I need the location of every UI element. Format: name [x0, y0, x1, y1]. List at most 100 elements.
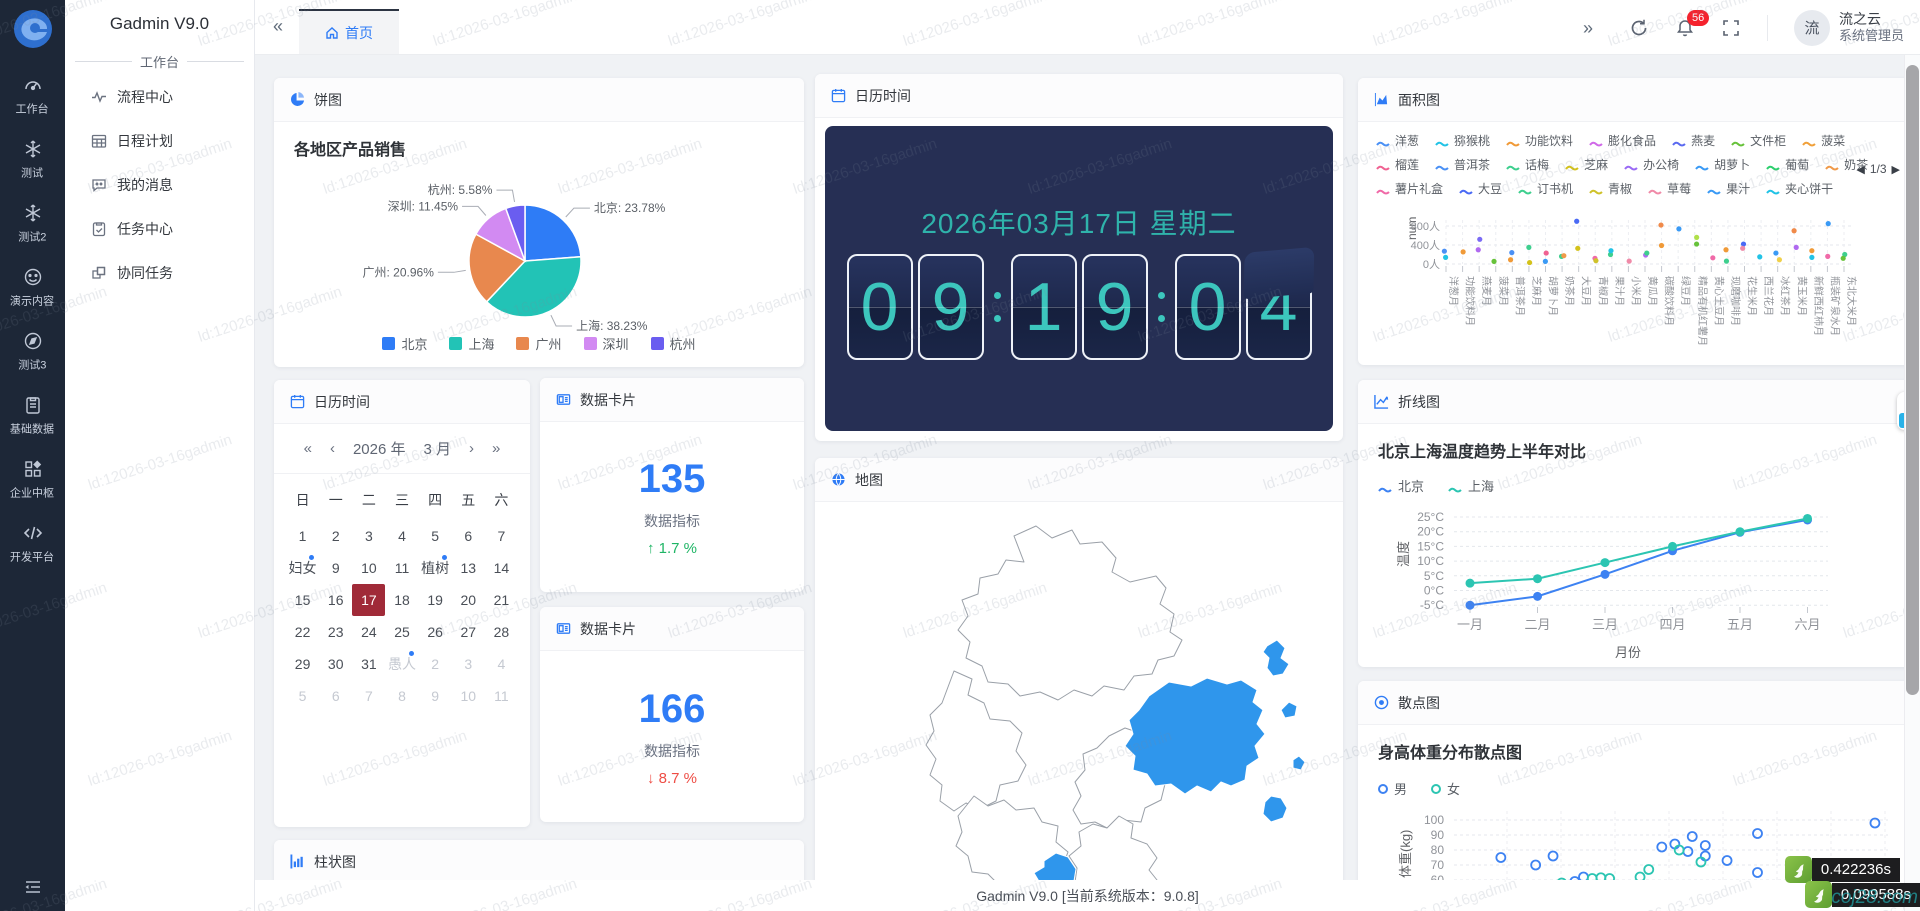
legend-prev-icon[interactable]: ◀: [1856, 163, 1864, 176]
legend-item-葡萄[interactable]: 葡萄: [1766, 156, 1809, 173]
notification-bell-icon[interactable]: 56: [1675, 18, 1695, 38]
calendar-cell[interactable]: 7: [485, 520, 518, 552]
calendar-cell[interactable]: 29: [286, 648, 319, 680]
legend-item-膨化食品[interactable]: 膨化食品: [1589, 132, 1656, 149]
calendar-cell[interactable]: 11: [485, 680, 518, 712]
fullscreen-icon[interactable]: [1721, 18, 1741, 38]
refresh-icon[interactable]: [1629, 18, 1649, 38]
calendar-cell[interactable]: 9: [319, 552, 352, 584]
calendar-cell[interactable]: 25: [385, 616, 418, 648]
calendar-cell[interactable]: 26: [419, 616, 452, 648]
sidebar-item-测试[interactable]: 测试: [0, 128, 65, 192]
legend-item-杭州[interactable]: 杭州: [651, 334, 696, 353]
calendar-cell[interactable]: 11: [385, 552, 418, 584]
legend-item-洋葱[interactable]: 洋葱: [1376, 132, 1419, 149]
calendar-cell[interactable]: 19: [419, 584, 452, 616]
calendar-cell[interactable]: 4: [385, 520, 418, 552]
menu-item-流程中心[interactable]: 流程中心: [65, 75, 254, 119]
calendar-cell[interactable]: 愚人: [385, 648, 418, 680]
legend-item-胡萝卜[interactable]: 胡萝卜: [1695, 156, 1750, 173]
scrollbar-thumb[interactable]: [1906, 65, 1919, 695]
menu-fold-icon[interactable]: [23, 877, 43, 897]
sidebar-item-开发平台[interactable]: 开发平台: [0, 512, 65, 576]
legend-item-文件柜[interactable]: 文件柜: [1731, 132, 1786, 149]
legend-item-榴莲[interactable]: 榴莲: [1376, 156, 1419, 173]
legend-item-上海[interactable]: 上海: [449, 334, 494, 353]
area-chart[interactable]: num0人400人800人洋葱月功能饮料月燕麦月菠菜月普洱茶月芝麻月胡萝卜月奶茶…: [1358, 210, 1912, 362]
page-scrollbar[interactable]: [1904, 55, 1920, 911]
tab-home[interactable]: 首页: [299, 9, 399, 54]
menu-item-任务中心[interactable]: 任务中心: [65, 207, 254, 251]
calendar-cell[interactable]: 3: [452, 648, 485, 680]
sidebar-collapse-icon[interactable]: «: [273, 16, 295, 38]
calendar-cell[interactable]: 16: [319, 584, 352, 616]
legend-item-功能饮料[interactable]: 功能饮料: [1506, 132, 1573, 149]
calendar-cell[interactable]: 30: [319, 648, 352, 680]
legend-item-普洱茶[interactable]: 普洱茶: [1435, 156, 1490, 173]
legend-item-广州[interactable]: 广州: [516, 334, 561, 353]
calendar-cell[interactable]: 14: [485, 552, 518, 584]
calendar-cell[interactable]: 10: [452, 680, 485, 712]
legend-item-办公椅[interactable]: 办公椅: [1624, 156, 1679, 173]
calendar-cell[interactable]: 6: [319, 680, 352, 712]
calendar-prev-month[interactable]: ‹: [330, 440, 335, 457]
legend-next-icon[interactable]: ▶: [1892, 163, 1900, 176]
sidebar-item-企业中枢[interactable]: 企业中枢: [0, 448, 65, 512]
calendar-next-month[interactable]: ›: [469, 440, 474, 457]
menu-item-日程计划[interactable]: 日程计划: [65, 119, 254, 163]
calendar-cell[interactable]: 8: [385, 680, 418, 712]
calendar-cell[interactable]: 18: [385, 584, 418, 616]
sidebar-item-测试3[interactable]: 测试3: [0, 320, 65, 384]
legend-item-草莓[interactable]: 草莓: [1648, 180, 1691, 197]
legend-item-薯片礼盒[interactable]: 薯片礼盒: [1376, 180, 1443, 197]
legend-item-燕麦[interactable]: 燕麦: [1672, 132, 1715, 149]
legend-item-果汁[interactable]: 果汁: [1707, 180, 1750, 197]
calendar-cell[interactable]: 31: [352, 648, 385, 680]
legend-item-北京[interactable]: 北京: [382, 334, 427, 353]
calendar-cell[interactable]: 妇女: [286, 552, 319, 584]
calendar-cell[interactable]: 22: [286, 616, 319, 648]
calendar-cell[interactable]: 17: [352, 584, 385, 616]
calendar-year[interactable]: 2026 年: [353, 438, 406, 459]
legend-item-上海[interactable]: 上海: [1448, 476, 1494, 495]
legend-item-女[interactable]: 女: [1431, 779, 1460, 798]
sidebar-item-基础数据[interactable]: 基础数据: [0, 384, 65, 448]
legend-item-话梅[interactable]: 话梅: [1506, 156, 1549, 173]
legend-item-订书机[interactable]: 订书机: [1518, 180, 1573, 197]
calendar-cell[interactable]: 4: [485, 648, 518, 680]
calendar-next-year[interactable]: »: [492, 440, 500, 457]
sidebar-item-演示内容[interactable]: 演示内容: [0, 256, 65, 320]
line-chart[interactable]: 温度25°C20°C15°C10°C5°C0°C-5°C一月二月三月四月五月六月…: [1358, 497, 1912, 667]
legend-item-深圳[interactable]: 深圳: [584, 334, 629, 353]
user-menu[interactable]: 流 流之云 系统管理员: [1794, 10, 1904, 46]
calendar-cell[interactable]: 3: [352, 520, 385, 552]
sidebar-item-测试2[interactable]: 测试2: [0, 192, 65, 256]
calendar-cell[interactable]: 21: [485, 584, 518, 616]
calendar-cell[interactable]: 5: [286, 680, 319, 712]
calendar-cell[interactable]: 23: [319, 616, 352, 648]
calendar-cell[interactable]: 15: [286, 584, 319, 616]
region-map[interactable]: [819, 506, 1339, 906]
calendar-cell[interactable]: 10: [352, 552, 385, 584]
legend-item-菠菜[interactable]: 菠菜: [1802, 132, 1845, 149]
calendar-cell[interactable]: 1: [286, 520, 319, 552]
legend-item-夹心饼干[interactable]: 夹心饼干: [1766, 180, 1833, 197]
app-logo[interactable]: [12, 8, 54, 50]
pie-chart[interactable]: 北京: 23.78%上海: 38.23%广州: 20.96%深圳: 11.45%…: [274, 156, 804, 356]
calendar-cell[interactable]: 28: [485, 616, 518, 648]
menu-item-协同任务[interactable]: 协同任务: [65, 251, 254, 295]
legend-item-男[interactable]: 男: [1378, 779, 1407, 798]
calendar-cell[interactable]: 24: [352, 616, 385, 648]
calendar-cell[interactable]: 7: [352, 680, 385, 712]
calendar-cell[interactable]: 2: [419, 648, 452, 680]
legend-item-北京[interactable]: 北京: [1378, 476, 1424, 495]
tabs-expand-icon[interactable]: »: [1583, 18, 1603, 38]
calendar-cell[interactable]: 20: [452, 584, 485, 616]
calendar-month[interactable]: 3 月: [424, 438, 452, 459]
sidebar-item-工作台[interactable]: 工作台: [0, 64, 65, 128]
calendar-cell[interactable]: 13: [452, 552, 485, 584]
calendar-cell[interactable]: 2: [319, 520, 352, 552]
calendar-cell[interactable]: 9: [419, 680, 452, 712]
calendar-cell[interactable]: 27: [452, 616, 485, 648]
calendar-cell[interactable]: 植树: [419, 552, 452, 584]
